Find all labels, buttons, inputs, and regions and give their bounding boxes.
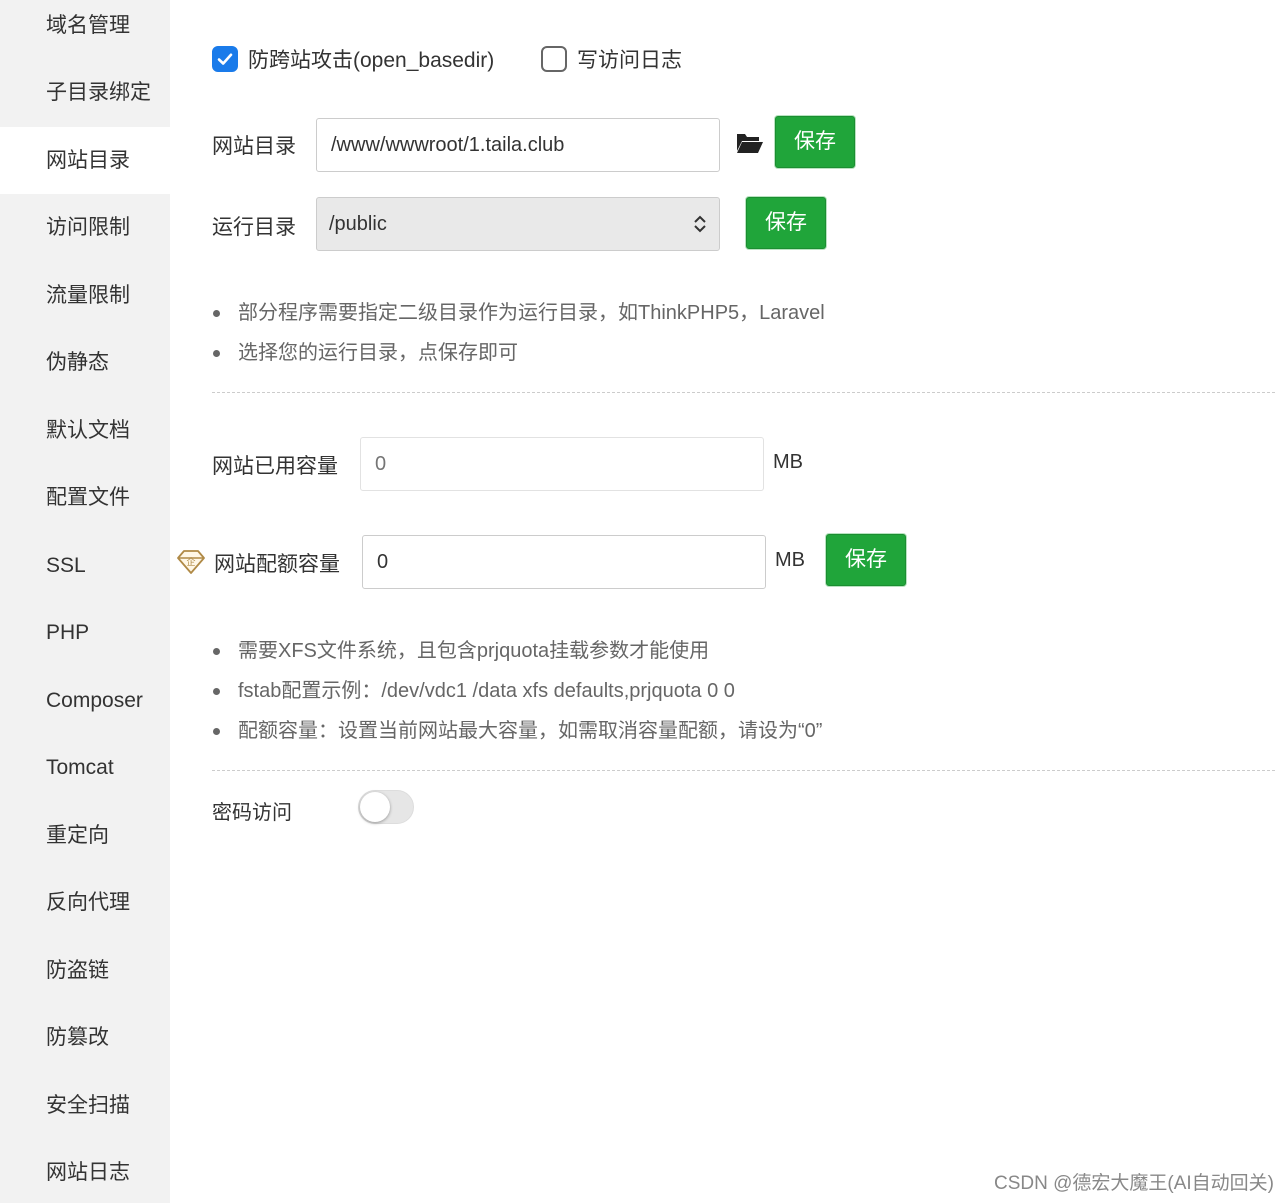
sidebar-item-site-log[interactable]: 网站日志 (0, 1139, 170, 1203)
select-arrows-icon (694, 215, 706, 233)
site-dir-input[interactable]: /www/wwwroot/1.taila.club (316, 118, 720, 172)
sidebar-item-redirect[interactable]: 重定向 (0, 802, 170, 869)
save-site-dir-button[interactable]: 保存 (775, 116, 855, 168)
site-dir-label: 网站目录 (212, 135, 296, 158)
anti-xss-checkbox[interactable]: 防跨站攻击(open_basedir) (212, 44, 494, 74)
password-access-label: 密码访问 (212, 802, 292, 824)
svg-text:企: 企 (186, 556, 195, 568)
sidebar-item-tomcat[interactable]: Tomcat (0, 734, 170, 801)
sidebar: 域名管理 子目录绑定 网站目录 访问限制 流量限制 伪静态 默认文档 配置文件 … (0, 0, 170, 1203)
divider (212, 770, 1275, 771)
tip-item: 部分程序需要指定二级目录作为运行目录，如ThinkPHP5，Laravel (212, 293, 825, 333)
access-log-label: 写访问日志 (577, 49, 682, 72)
checkbox-unchecked-icon (541, 46, 567, 72)
folder-open-icon[interactable] (736, 131, 764, 155)
quota-limit-input[interactable]: 0 (362, 535, 766, 589)
sidebar-item-security-scan[interactable]: 安全扫描 (0, 1072, 170, 1139)
sidebar-item-hotlink[interactable]: 防盗链 (0, 937, 170, 1004)
sidebar-item-domain[interactable]: 域名管理 (0, 0, 170, 59)
password-access-toggle[interactable] (358, 790, 414, 824)
quota-used-label: 网站已用容量 (212, 455, 338, 478)
tip-item: 需要XFS文件系统，且包含prjquota挂载参数才能使用 (212, 631, 822, 671)
run-dir-selected: /public (329, 213, 387, 235)
sidebar-item-ssl[interactable]: SSL (0, 532, 170, 599)
run-dir-select[interactable]: /public (316, 197, 720, 251)
tip-item: fstab配置示例：/dev/vdc1 /data xfs defaults,p… (212, 671, 822, 711)
sidebar-item-tamper[interactable]: 防篡改 (0, 1004, 170, 1071)
sidebar-item-composer[interactable]: Composer (0, 667, 170, 734)
sidebar-item-default-doc[interactable]: 默认文档 (0, 397, 170, 464)
sidebar-item-config[interactable]: 配置文件 (0, 464, 170, 531)
quota-limit-unit: MB (775, 549, 805, 571)
checkbox-checked-icon (212, 46, 238, 72)
sidebar-item-site-dir[interactable]: 网站目录 (0, 127, 170, 194)
quota-tips: 需要XFS文件系统，且包含prjquota挂载参数才能使用 fstab配置示例：… (212, 631, 822, 751)
save-run-dir-button[interactable]: 保存 (746, 197, 826, 249)
sidebar-item-subdir[interactable]: 子目录绑定 (0, 59, 170, 126)
quota-used-input (360, 437, 764, 491)
run-dir-label: 运行目录 (212, 216, 296, 239)
main-panel: 防跨站攻击(open_basedir) 写访问日志 网站目录 /www/wwwr… (170, 0, 1288, 1203)
sidebar-item-rewrite[interactable]: 伪静态 (0, 329, 170, 396)
toggle-knob (360, 792, 390, 822)
dir-tips: 部分程序需要指定二级目录作为运行目录，如ThinkPHP5，Laravel 选择… (212, 293, 825, 373)
quota-used-unit: MB (773, 451, 803, 473)
sidebar-item-reverse-proxy[interactable]: 反向代理 (0, 869, 170, 936)
quota-limit-label: 网站配额容量 (214, 553, 340, 576)
anti-xss-label: 防跨站攻击(open_basedir) (248, 49, 495, 72)
divider (212, 392, 1275, 393)
tip-item: 选择您的运行目录，点保存即可 (212, 333, 825, 373)
sidebar-item-traffic-limit[interactable]: 流量限制 (0, 262, 170, 329)
sidebar-item-access-limit[interactable]: 访问限制 (0, 194, 170, 261)
sidebar-item-php[interactable]: PHP (0, 599, 170, 666)
save-quota-button[interactable]: 保存 (826, 534, 906, 586)
access-log-checkbox[interactable]: 写访问日志 (541, 44, 682, 74)
tip-item: 配额容量：设置当前网站最大容量，如需取消容量配额，请设为“0” (212, 711, 822, 751)
watermark: CSDN @德宏大魔王(AI自动回关) (993, 1173, 1274, 1194)
enterprise-gem-icon: 企 (177, 550, 205, 574)
